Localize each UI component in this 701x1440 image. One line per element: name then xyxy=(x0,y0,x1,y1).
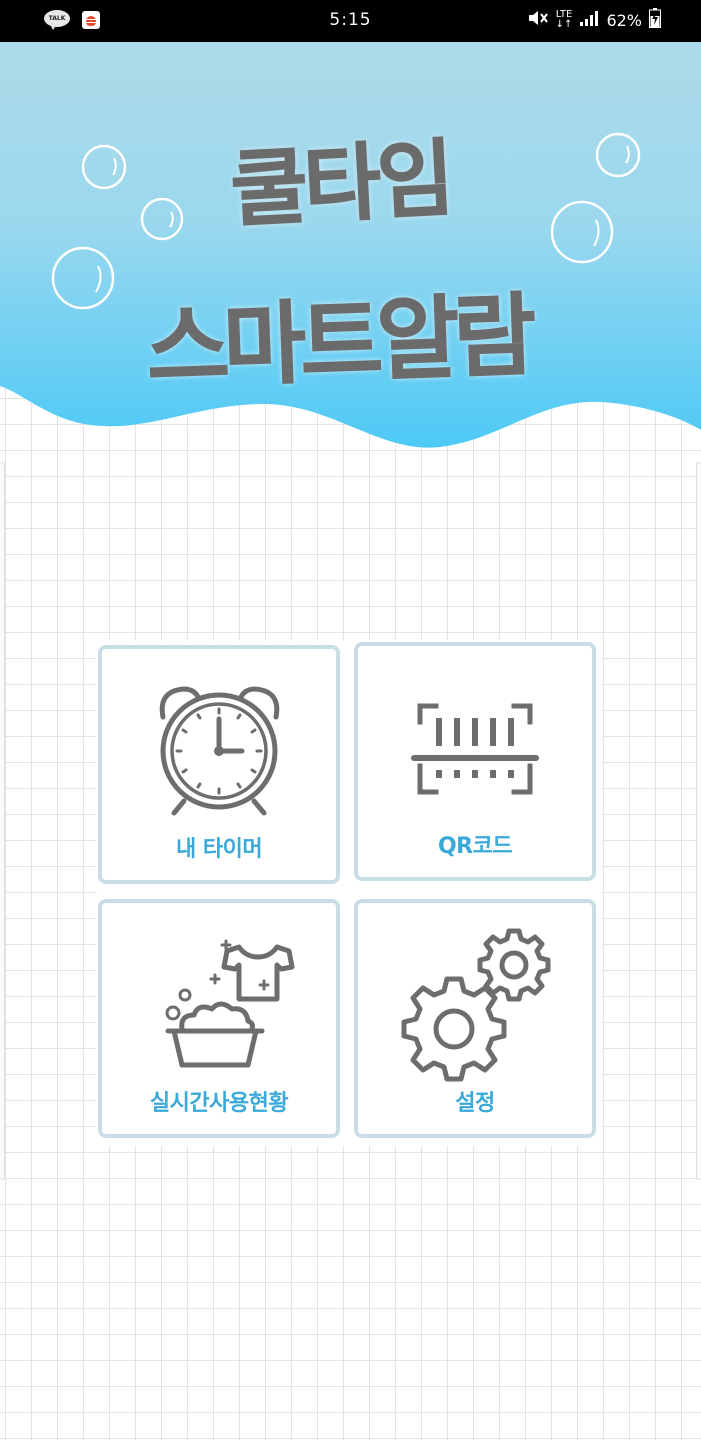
settings-button[interactable]: 설정 xyxy=(354,899,596,1138)
alarm-clock-icon xyxy=(159,686,280,816)
right-edge-handle xyxy=(696,462,701,1180)
qr-code-label: QR코드 xyxy=(437,834,513,859)
status-bar: TALK 5:15 LTE ↓↑ 62% xyxy=(0,0,701,42)
main-menu-grid: 내 타이머 QR코드 실시간사용현황 설정 xyxy=(97,641,602,1146)
mute-icon xyxy=(527,9,549,31)
laundry-basin-icon xyxy=(165,939,295,1068)
settings-label: 설정 xyxy=(455,1091,495,1116)
qr-code-button[interactable]: QR코드 xyxy=(354,642,596,881)
gears-icon xyxy=(401,928,551,1082)
realtime-usage-label: 실시간사용현황 xyxy=(149,1091,289,1116)
realtime-usage-button[interactable]: 실시간사용현황 xyxy=(98,899,340,1138)
network-type-label: LTE xyxy=(555,9,573,20)
signal-icon xyxy=(579,9,599,31)
my-timer-button[interactable]: 내 타이머 xyxy=(98,645,340,884)
my-timer-label: 내 타이머 xyxy=(175,837,263,862)
barcode-scan-icon xyxy=(411,703,539,795)
battery-percent: 62% xyxy=(606,10,642,30)
battery-charging-icon xyxy=(649,8,661,32)
system-indicators: LTE ↓↑ 62% xyxy=(527,8,661,32)
lte-icon: LTE ↓↑ xyxy=(555,9,573,30)
left-edge-handle xyxy=(0,462,5,1180)
